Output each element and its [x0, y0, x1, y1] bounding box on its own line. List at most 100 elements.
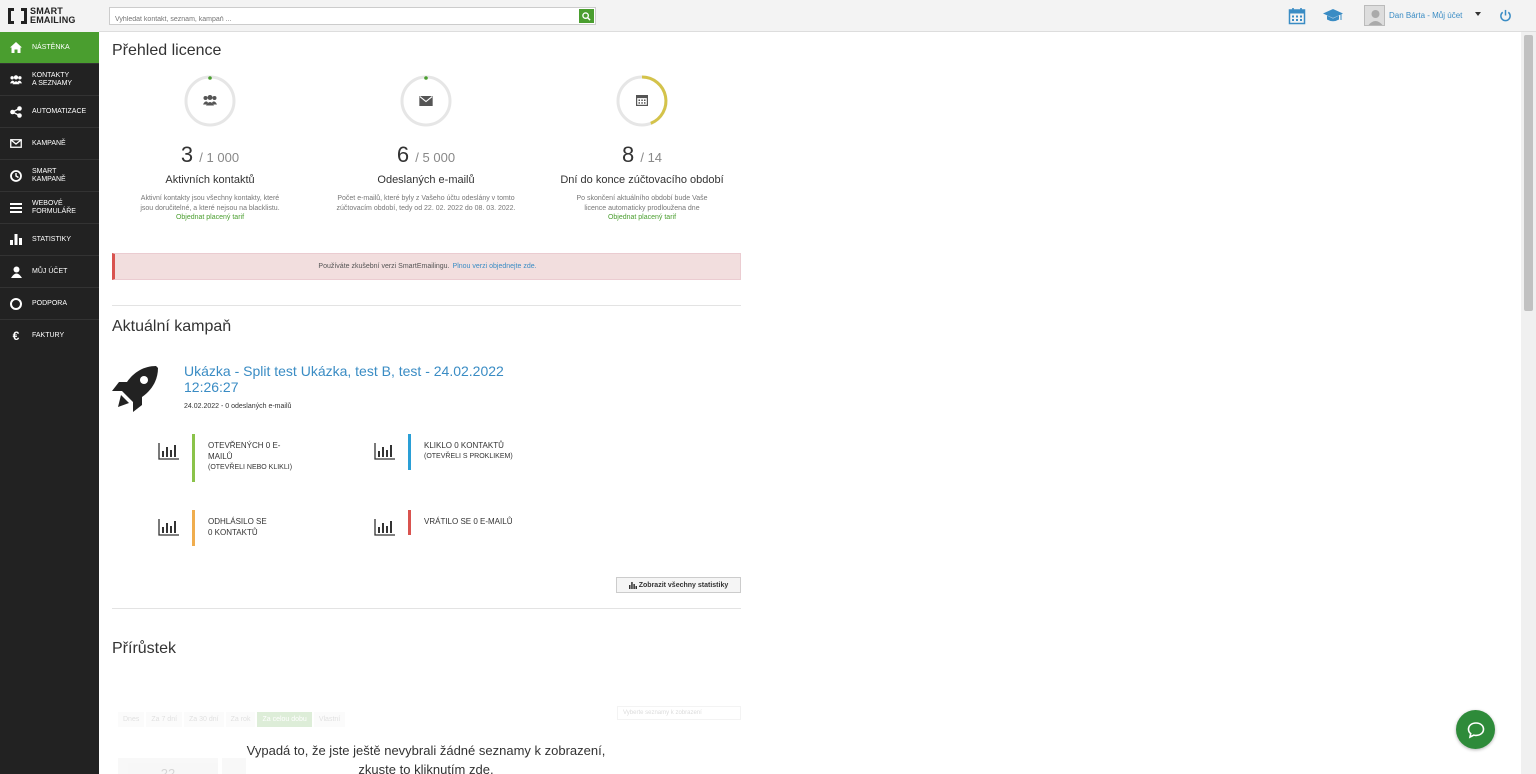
- order-paid-plan-link[interactable]: Objednat placený tarif: [110, 214, 310, 221]
- sidebar-item-label: FAKTURY: [32, 332, 65, 339]
- tab-30-days[interactable]: Za 30 dní: [184, 712, 224, 727]
- divider: [112, 608, 741, 609]
- campaign-section-title: Aktuální kampaň: [112, 318, 232, 335]
- search-icon: [582, 11, 591, 21]
- logo-line-2: EMAILING: [30, 15, 76, 25]
- sidebar-item-faktury[interactable]: € FAKTURY: [0, 320, 99, 352]
- progress-ring: [183, 74, 237, 128]
- stat-limit: / 14: [640, 150, 663, 165]
- tab-today[interactable]: Dnes: [118, 712, 145, 727]
- tab-7-days[interactable]: Za 7 dní: [146, 712, 183, 727]
- growth-section-title: Přírůstek: [112, 640, 177, 657]
- sidebar-item-nastenka[interactable]: NÁSTĚNKA: [0, 32, 99, 64]
- list-select[interactable]: Vyberte seznamy k zobrazení: [617, 706, 741, 720]
- metric-opened: OTEVŘENÝCH 0 E- MAILŮ (OTEVŘELI NEBO KLI…: [158, 434, 358, 484]
- search-bar: [109, 7, 596, 28]
- chevron-down-icon[interactable]: [1475, 12, 1481, 16]
- divider: [112, 305, 741, 306]
- sidebar-item-automatizace[interactable]: AUTOMATIZACE: [0, 96, 99, 128]
- logo-mark: [8, 8, 27, 24]
- logo[interactable]: SMART EMAILING: [0, 0, 99, 32]
- select-lists-link[interactable]: kliknutím zde: [414, 762, 490, 774]
- metric-label: VRÁTILO SE 0 E-MAILŮ: [424, 517, 513, 526]
- empty-text: Vypadá to, že jste ještě nevybrali žádné…: [246, 743, 606, 758]
- avatar[interactable]: [1364, 5, 1385, 26]
- rocket-icon: [112, 366, 158, 412]
- scrollbar-thumb[interactable]: [1524, 35, 1533, 311]
- sidebar-item-webove-formulare[interactable]: WEBOVÉ FORMULÁŘE: [0, 192, 99, 224]
- button-label: Zobrazit všechny statistiky: [638, 581, 729, 589]
- sidebar-item-label: AUTOMATIZACE: [32, 107, 87, 115]
- metric-sub: (OTEVŘELI S PROKLIKEM): [424, 453, 513, 460]
- metric-label-2: 0 KONTAKTŮ: [208, 528, 258, 537]
- bar-chart-icon[interactable]: [158, 518, 180, 536]
- period-tabs: Dnes Za 7 dní Za 30 dní Za rok Za celou …: [118, 712, 346, 727]
- sidebar-item-statistiky[interactable]: STATISTIKY: [0, 224, 99, 256]
- metric-color-bar: [408, 434, 411, 470]
- sidebar-item-label: STATISTIKY: [32, 235, 72, 243]
- main-content: Přehled licence 3 / 1 000 Aktivních kont…: [99, 32, 1521, 774]
- alert-text: Používáte zkušební verzi SmartEmailingu.: [318, 263, 450, 270]
- tab-custom[interactable]: Vlastní: [313, 712, 346, 727]
- show-all-stats-button[interactable]: Zobrazit všechny statistiky: [616, 577, 741, 593]
- bar-chart-icon[interactable]: [374, 442, 396, 460]
- user-menu[interactable]: Dan Bárta - Můj účet: [1389, 11, 1462, 20]
- calendar-icon: [636, 95, 648, 106]
- metric-text: OTEVŘENÝCH 0 E- MAILŮ (OTEVŘELI NEBO KLI…: [208, 440, 292, 473]
- metric-text: ODHLÁSILO SE 0 KONTAKTŮ: [208, 516, 267, 538]
- stat-value: 8 / 14: [542, 142, 742, 168]
- bar-chart-icon[interactable]: [374, 518, 396, 536]
- sidebar-item-smart-kampane[interactable]: SMART KAMPANĚ: [0, 160, 99, 192]
- help-chat-button[interactable]: [1456, 710, 1495, 749]
- sidebar-item-label: WEBOVÉ FORMULÁŘE: [32, 199, 76, 215]
- order-full-version-link[interactable]: Plnou verzi objednejte zde.: [453, 263, 537, 270]
- graduation-cap-icon[interactable]: [1323, 9, 1343, 23]
- sidebar: NÁSTĚNKA KONTAKTY A SEZNAMY AUTOMATIZACE…: [0, 32, 99, 774]
- bar-chart-icon[interactable]: [158, 442, 180, 460]
- sidebar-item-kampane[interactable]: KAMPANĚ: [0, 128, 99, 160]
- users-icon: [203, 95, 217, 106]
- stat-sent-emails: 6 / 5 000 Odeslaných e-mailů Počet e-mai…: [326, 74, 526, 214]
- power-icon[interactable]: [1499, 9, 1512, 22]
- tab-year[interactable]: Za rok: [225, 712, 256, 727]
- stat-number: 6: [396, 142, 410, 167]
- campaign-title-link[interactable]: Ukázka - Split test Ukázka, test B, test…: [184, 363, 524, 395]
- sidebar-item-label: MŮJ ÚČET: [32, 267, 68, 275]
- euro-icon: €: [12, 329, 20, 343]
- stat-value: 3 / 1 000: [110, 142, 310, 168]
- calendar-icon[interactable]: [1288, 7, 1306, 25]
- search-button[interactable]: [579, 9, 594, 23]
- trial-alert: Používáte zkušební verzi SmartEmailingu.…: [112, 253, 741, 280]
- growth-card: 22: [118, 758, 218, 774]
- clock-icon: [10, 169, 22, 182]
- order-paid-plan-link[interactable]: Objednat placený tarif: [542, 214, 742, 221]
- progress-ring: [399, 74, 453, 128]
- empty-text-2: zkuste to kliknutím zde.: [219, 760, 633, 774]
- sidebar-item-podpora[interactable]: PODPORA: [0, 288, 99, 320]
- stat-description: Počet e-mailů, které byly z Vašeho účtu …: [336, 195, 516, 212]
- progress-ring: [615, 74, 669, 128]
- lifebuoy-icon: [10, 297, 22, 310]
- metric-color-bar: [192, 510, 195, 546]
- sidebar-item-kontakty[interactable]: KONTAKTY A SEZNAMY: [0, 64, 99, 96]
- empty-state-message: Vypadá to, že jste ještě nevybrali žádné…: [219, 741, 633, 774]
- user-icon: [10, 266, 22, 278]
- sidebar-item-label: KAMPANĚ: [32, 139, 66, 147]
- campaign-subtitle: 24.02.2022 - 0 odeslaných e-mailů: [184, 403, 292, 410]
- sidebar-item-muj-ucet[interactable]: MŮJ ÚČET: [0, 256, 99, 288]
- metric-color-bar: [192, 434, 195, 482]
- stat-number: 8: [621, 142, 635, 167]
- metric-color-bar: [408, 510, 411, 535]
- metric-bounced: VRÁTILO SE 0 E-MAILŮ: [374, 510, 574, 560]
- metric-text: KLIKLO 0 KONTAKTŮ (OTEVŘELI S PROKLIKEM): [424, 440, 513, 462]
- stat-days-left: 8 / 14 Dní do konce zúčtovacího období P…: [542, 74, 742, 221]
- sidebar-item-label: SMART KAMPANĚ: [32, 167, 66, 183]
- sidebar-item-label: NÁSTĚNKA: [32, 43, 70, 51]
- tab-all-time[interactable]: Za celou dobu: [257, 712, 312, 727]
- license-title: Přehled licence: [112, 42, 222, 59]
- search-input[interactable]: [110, 11, 576, 28]
- scrollbar[interactable]: [1521, 32, 1536, 774]
- sidebar-item-label: KONTAKTY A SEZNAMY: [32, 71, 73, 87]
- bar-chart-icon: [628, 581, 637, 589]
- home-icon: [10, 42, 22, 54]
